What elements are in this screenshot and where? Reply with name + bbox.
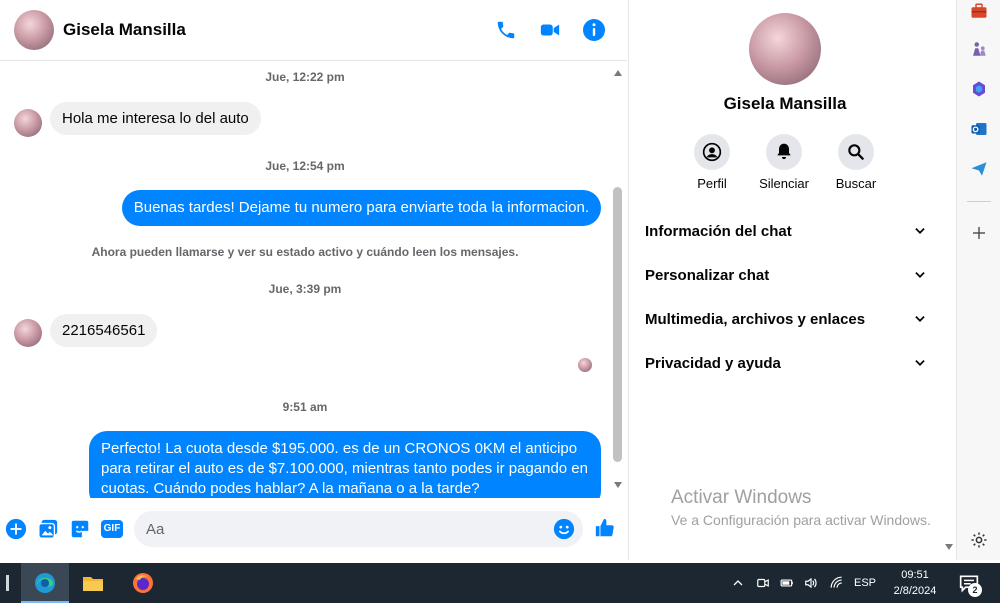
notification-count-badge: 2 bbox=[968, 583, 982, 597]
section-label: Multimedia, archivos y enlaces bbox=[645, 310, 866, 328]
toolbox-icon[interactable] bbox=[968, 0, 990, 22]
video-call-icon[interactable] bbox=[535, 15, 565, 45]
file-explorer-icon[interactable] bbox=[69, 563, 117, 603]
show-hidden-icons-chevron-icon[interactable] bbox=[728, 563, 748, 603]
timestamp: Jue, 12:22 pm bbox=[265, 70, 345, 84]
wifi-icon[interactable] bbox=[826, 563, 848, 603]
incoming-message[interactable]: 2216546561 bbox=[50, 314, 158, 347]
section-privacy-help[interactable]: Privacidad y ayuda bbox=[645, 348, 927, 378]
app-root: Gisela Mansilla Jue, 12:22 pm Hola me in… bbox=[0, 0, 1000, 603]
add-icon[interactable] bbox=[968, 222, 990, 244]
section-chat-info[interactable]: Información del chat bbox=[645, 216, 927, 246]
taskbar-clock[interactable]: 09:51 2/8/2024 bbox=[880, 567, 950, 599]
scroll-thumb[interactable] bbox=[613, 187, 622, 462]
outgoing-message[interactable]: Buenas tardes! Dejame tu numero para env… bbox=[121, 190, 601, 226]
section-label: Privacidad y ayuda bbox=[645, 354, 781, 372]
sticker-icon[interactable] bbox=[69, 518, 91, 540]
message-list[interactable]: Jue, 12:22 pm Hola me interesa lo del au… bbox=[0, 62, 610, 498]
taskbar-search-icon[interactable] bbox=[0, 563, 14, 603]
chevron-down-icon bbox=[915, 272, 925, 278]
message-scrollbar[interactable] bbox=[611, 62, 625, 498]
search-icon bbox=[838, 134, 874, 170]
profile-button[interactable]: Perfil bbox=[682, 134, 742, 191]
clock-date: 2/8/2024 bbox=[893, 585, 937, 597]
chevron-down-icon bbox=[915, 360, 925, 366]
incoming-message[interactable]: Hola me interesa lo del auto bbox=[50, 102, 261, 135]
contact-profile-name: Gisela Mansilla bbox=[723, 94, 847, 113]
composer-bar: GIF bbox=[0, 508, 627, 552]
browser-sidebar bbox=[956, 0, 1000, 560]
copilot-icon[interactable] bbox=[968, 78, 990, 100]
language-indicator[interactable]: ESP bbox=[850, 563, 880, 603]
scroll-down-arrow-icon[interactable] bbox=[614, 482, 622, 488]
send-icon[interactable] bbox=[968, 158, 990, 180]
message-input[interactable] bbox=[146, 511, 546, 547]
header-actions bbox=[491, 15, 609, 45]
scroll-up-arrow-icon[interactable] bbox=[614, 70, 622, 76]
outgoing-message[interactable]: Perfecto! La cuota desde $195.000. es de… bbox=[89, 431, 601, 498]
contact-name[interactable]: Gisela Mansilla bbox=[63, 20, 186, 40]
timestamp: 9:51 am bbox=[282, 400, 328, 414]
profile-label: Perfil bbox=[697, 176, 727, 191]
conversation-info-panel: Gisela Mansilla Perfil Silenciar Buscar … bbox=[628, 0, 956, 560]
notification-center-icon[interactable]: 2 bbox=[954, 563, 984, 603]
mute-button[interactable]: Silenciar bbox=[754, 134, 814, 191]
activate-windows-title: Activar Windows bbox=[671, 487, 812, 508]
meet-now-icon[interactable] bbox=[752, 563, 774, 603]
mute-label: Silenciar bbox=[759, 176, 809, 191]
edge-browser-icon[interactable] bbox=[21, 563, 69, 603]
phone-call-icon[interactable] bbox=[491, 15, 521, 45]
settings-gear-icon[interactable] bbox=[968, 529, 990, 551]
section-label: Información del chat bbox=[645, 222, 792, 240]
firefox-icon[interactable] bbox=[119, 563, 167, 603]
sender-avatar[interactable] bbox=[14, 109, 42, 137]
search-button[interactable]: Buscar bbox=[826, 134, 886, 191]
profile-icon bbox=[694, 134, 730, 170]
gif-label: GIF bbox=[100, 520, 124, 538]
chat-header: Gisela Mansilla bbox=[0, 0, 627, 61]
battery-icon[interactable] bbox=[776, 563, 798, 603]
plus-circle-icon[interactable] bbox=[5, 518, 27, 540]
volume-icon[interactable] bbox=[800, 563, 822, 603]
section-label: Personalizar chat bbox=[645, 266, 770, 284]
emoji-icon[interactable] bbox=[553, 518, 575, 540]
search-label: Buscar bbox=[835, 176, 877, 191]
timestamp: Jue, 12:54 pm bbox=[265, 159, 345, 173]
system-notice: Ahora pueden llamarse y ver su estado ac… bbox=[91, 245, 519, 259]
info-icon[interactable] bbox=[579, 15, 609, 45]
chevron-down-icon bbox=[915, 316, 925, 322]
activate-windows-subtitle: Ve a Configuración para activar Windows. bbox=[671, 512, 931, 528]
timestamp: Jue, 3:39 pm bbox=[268, 282, 342, 296]
photo-icon[interactable] bbox=[37, 518, 59, 540]
thumbs-up-icon[interactable] bbox=[593, 516, 617, 540]
section-media-files-links[interactable]: Multimedia, archivos y enlaces bbox=[645, 304, 927, 334]
seen-indicator-avatar bbox=[578, 358, 592, 372]
clock-time: 09:51 bbox=[901, 569, 929, 581]
gif-icon[interactable]: GIF bbox=[100, 518, 124, 540]
sender-avatar[interactable] bbox=[14, 319, 42, 347]
chat-pane: Gisela Mansilla Jue, 12:22 pm Hola me in… bbox=[0, 0, 627, 560]
windows-taskbar: ESP 09:51 2/8/2024 2 bbox=[0, 563, 1000, 603]
contact-avatar[interactable] bbox=[14, 10, 54, 50]
message-input-wrapper bbox=[134, 511, 583, 547]
scroll-down-arrow-icon[interactable] bbox=[945, 544, 953, 550]
contact-profile-avatar[interactable] bbox=[749, 13, 821, 85]
sidebar-divider bbox=[967, 201, 991, 202]
bell-icon bbox=[766, 134, 802, 170]
outlook-icon[interactable] bbox=[968, 118, 990, 140]
games-icon[interactable] bbox=[968, 38, 990, 60]
section-customize-chat[interactable]: Personalizar chat bbox=[645, 260, 927, 290]
chevron-down-icon bbox=[915, 228, 925, 234]
